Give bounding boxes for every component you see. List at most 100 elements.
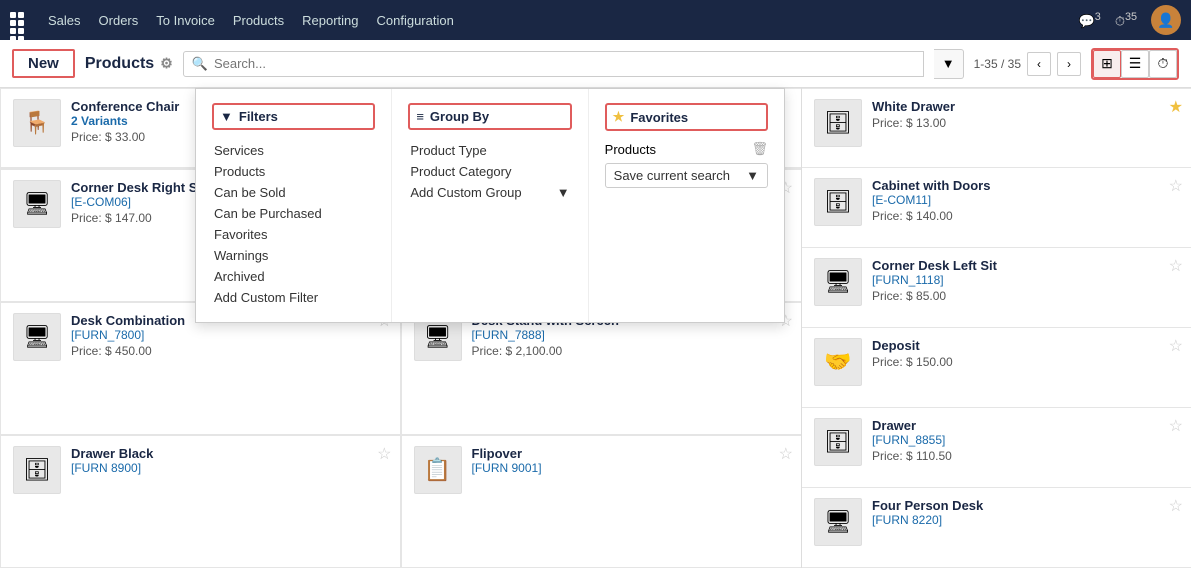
product-thumb: 🗄 <box>13 446 61 494</box>
groupby-label: Group By <box>430 109 489 124</box>
star-button[interactable]: ☆ <box>1169 336 1183 356</box>
filter-products[interactable]: Products <box>212 161 375 182</box>
product-name: Corner Desk Left Sit <box>872 258 997 273</box>
filters-label: Filters <box>239 109 278 124</box>
favorites-products-row: Products 🗑 <box>605 141 768 157</box>
save-current-search-button[interactable]: Save current search ▼ <box>605 163 768 188</box>
product-code: [FURN_1118] <box>872 273 997 287</box>
star-button[interactable]: ★ <box>1169 97 1183 117</box>
filter-favorites[interactable]: Favorites <box>212 224 375 245</box>
groupby-icon: ≡ <box>416 109 424 124</box>
product-price: Price: $ 147.00 <box>71 211 205 225</box>
right-product-panel: ★ 🗄 White Drawer Price: $ 13.00 ☆ 🗄 Cabi… <box>801 88 1191 568</box>
pagination-info: 1-35 / 35 <box>974 57 1021 71</box>
product-info: Flipover [FURN 9001] <box>472 446 542 475</box>
favorites-products-label[interactable]: Products <box>605 142 746 157</box>
groupby-column: ≡ Group By Product Type Product Category… <box>392 89 588 322</box>
star-button[interactable]: ☆ <box>1169 256 1183 276</box>
view-controls: ⊞ ☰ ⏱ <box>1091 48 1179 80</box>
kanban-view-button[interactable]: ⊞ <box>1093 50 1121 78</box>
app-grid-icon[interactable] <box>10 12 26 28</box>
filter-warnings[interactable]: Warnings <box>212 245 375 266</box>
groupby-product-type[interactable]: Product Type <box>408 140 571 161</box>
filter-icon: ▼ <box>220 109 233 124</box>
new-button[interactable]: New <box>12 49 75 78</box>
product-name: Deposit <box>872 338 953 353</box>
search-input[interactable] <box>214 56 915 71</box>
product-info: Deposit Price: $ 150.00 <box>872 338 953 369</box>
nav-sales[interactable]: Sales <box>48 13 81 28</box>
user-avatar[interactable]: 👤 <box>1151 5 1181 35</box>
star-button[interactable]: ☆ <box>1169 416 1183 436</box>
product-card-white-drawer[interactable]: ★ 🗄 White Drawer Price: $ 13.00 <box>802 88 1191 168</box>
nav-to-invoice[interactable]: To Invoice <box>156 13 215 28</box>
product-thumb: 🗄 <box>814 99 862 147</box>
product-name: Drawer Black <box>71 446 153 461</box>
chevron-down-icon: ▼ <box>746 168 759 183</box>
filters-column: ▼ Filters Services Products Can be Sold … <box>196 89 392 322</box>
product-variants: 2 Variants <box>71 114 179 128</box>
product-price: Price: $ 140.00 <box>872 209 990 223</box>
product-info: Corner Desk Right Sit [E-COM06] Price: $… <box>71 180 205 225</box>
pagination-next[interactable]: › <box>1057 52 1081 76</box>
star-button[interactable]: ☆ <box>377 444 391 464</box>
groupby-header: ≡ Group By <box>408 103 571 130</box>
filter-can-be-purchased[interactable]: Can be Purchased <box>212 203 375 224</box>
product-code: [FURN_7888] <box>472 328 619 342</box>
search-dropdown-button[interactable]: ▼ <box>934 49 964 79</box>
product-card-cabinet-doors[interactable]: ☆ 🗄 Cabinet with Doors [E-COM11] Price: … <box>802 168 1191 248</box>
product-card-corner-desk-left[interactable]: ☆ 🖥 Corner Desk Left Sit [FURN_1118] Pri… <box>802 248 1191 328</box>
nav-links: Sales Orders To Invoice Products Reporti… <box>48 13 454 28</box>
product-thumb: 🖥 <box>13 313 61 361</box>
product-name: Flipover <box>472 446 542 461</box>
star-button[interactable]: ☆ <box>779 444 793 464</box>
favorites-column: ★ Favorites Products 🗑 Save current sear… <box>589 89 784 322</box>
filter-dropdown-panel: ▼ Filters Services Products Can be Sold … <box>195 88 785 323</box>
product-code: [FURN_8855] <box>872 433 952 447</box>
filter-can-be-sold[interactable]: Can be Sold <box>212 182 375 203</box>
groupby-product-category[interactable]: Product Category <box>408 161 571 182</box>
clock-view-button[interactable]: ⏱ <box>1149 50 1177 78</box>
favorites-label: Favorites <box>630 110 688 125</box>
product-thumb: 🪑 <box>13 99 61 147</box>
product-name: Drawer <box>872 418 952 433</box>
list-view-button[interactable]: ☰ <box>1121 50 1149 78</box>
filter-add-custom[interactable]: Add Custom Filter <box>212 287 375 308</box>
filter-services[interactable]: Services <box>212 140 375 161</box>
star-button[interactable]: ☆ <box>1169 496 1183 516</box>
product-price: Price: $ 85.00 <box>872 289 997 303</box>
top-navigation: Sales Orders To Invoice Products Reporti… <box>0 0 1191 40</box>
product-thumb: 📋 <box>414 446 462 494</box>
page-title: Products <box>85 55 154 73</box>
nav-products[interactable]: Products <box>233 13 284 28</box>
nav-right: 💬3 ⏱35 👤 <box>1079 5 1181 35</box>
filter-archived[interactable]: Archived <box>212 266 375 287</box>
star-button[interactable]: ☆ <box>1169 176 1183 196</box>
pagination-prev[interactable]: ‹ <box>1027 52 1051 76</box>
product-card-drawer-black[interactable]: ☆ 🗄 Drawer Black [FURN 8900] <box>0 435 401 568</box>
product-name: Desk Combination <box>71 313 185 328</box>
product-thumb: 🗄 <box>814 418 862 466</box>
settings-gear-icon[interactable]: ⚙ <box>160 55 173 72</box>
nav-configuration[interactable]: Configuration <box>377 13 454 28</box>
product-card-drawer[interactable]: ☆ 🗄 Drawer [FURN_8855] Price: $ 110.50 <box>802 408 1191 488</box>
filters-header: ▼ Filters <box>212 103 375 130</box>
product-card-four-person-desk[interactable]: ☆ 🖥 Four Person Desk [FURN 8220] <box>802 488 1191 568</box>
groupby-add-custom[interactable]: Add Custom Group▼ <box>408 182 571 203</box>
pagination: 1-35 / 35 ‹ › <box>974 52 1081 76</box>
search-bar[interactable]: 🔍 <box>183 51 924 77</box>
product-info: Conference Chair 2 Variants Price: $ 33.… <box>71 99 179 144</box>
product-card-flipover[interactable]: ☆ 📋 Flipover [FURN 9001] <box>401 435 802 568</box>
product-card-deposit[interactable]: ☆ 🤝 Deposit Price: $ 150.00 <box>802 328 1191 408</box>
nav-reporting[interactable]: Reporting <box>302 13 358 28</box>
chat-icon[interactable]: 💬3 <box>1079 11 1101 29</box>
timer-icon[interactable]: ⏱35 <box>1115 11 1137 29</box>
trash-icon[interactable]: 🗑 <box>751 141 768 157</box>
product-name: White Drawer <box>872 99 955 114</box>
nav-orders[interactable]: Orders <box>99 13 139 28</box>
product-price: Price: $ 13.00 <box>872 116 955 130</box>
product-price: Price: $ 110.50 <box>872 449 952 463</box>
product-code: [FURN 8900] <box>71 461 153 475</box>
product-name: Cabinet with Doors <box>872 178 990 193</box>
product-name: Corner Desk Right Sit <box>71 180 205 195</box>
